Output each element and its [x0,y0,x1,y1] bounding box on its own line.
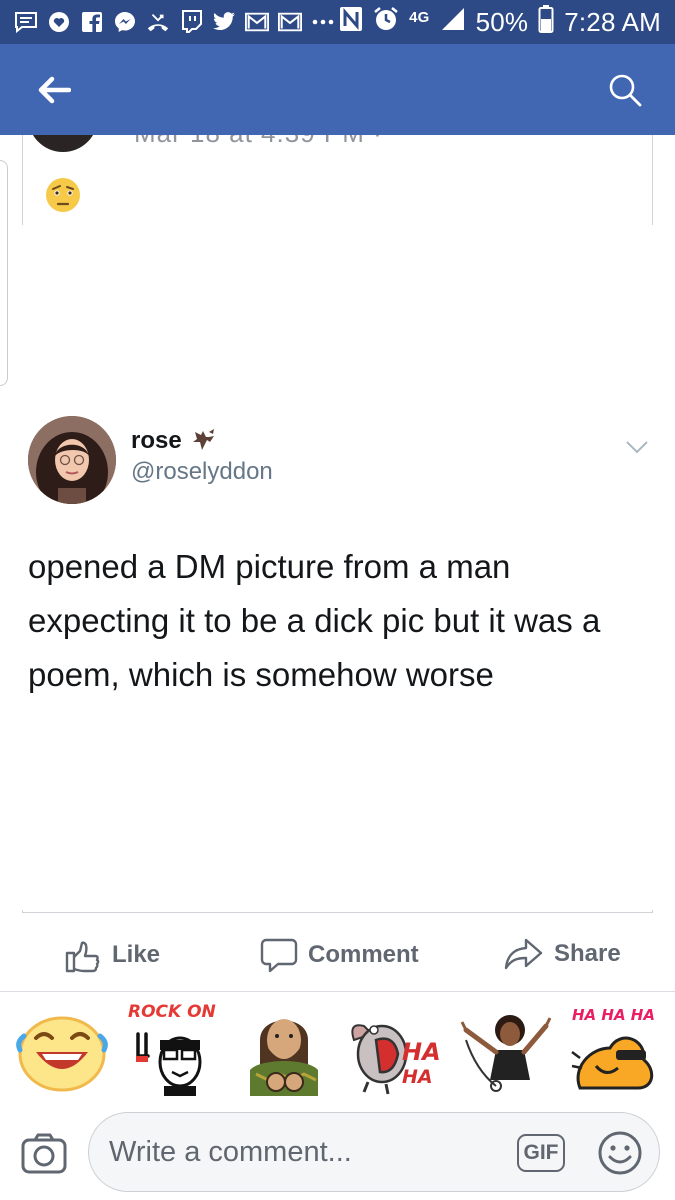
gif-label: GIF [523,1141,559,1164]
gif-button[interactable]: GIF [517,1134,565,1172]
chevron-down-icon [626,441,648,454]
tweet-text-line: expecting it to be a dick pic but it was… [28,602,601,639]
gmail-icon [278,10,302,34]
search-icon [609,74,642,106]
more-dots-icon [311,10,335,34]
comment-label: Comment [308,941,419,968]
rock-on-sticker[interactable]: ROCK ON [124,1000,220,1096]
comment-input[interactable] [109,1129,499,1175]
camera-icon[interactable] [20,1130,68,1178]
clock-time: 7:28 AM [564,6,661,37]
twitch-icon [179,10,203,34]
tweet-text-line: opened a DM picture from a man [28,548,511,585]
status-bar: 4G 50% 7:28 AM [0,0,675,44]
alarm-icon [373,6,399,39]
comment-bubble-icon [260,938,298,973]
share-label: Share [554,940,621,967]
like-button[interactable]: Like [64,936,160,974]
messenger-icon [113,10,137,34]
heart-shield-icon [47,10,71,34]
battery-percent: 50% [475,6,529,37]
rock-on-label: ROCK ON [128,1002,216,1022]
tweet-author-handle: @roselyddon [131,458,273,485]
app-bar [0,44,675,135]
smiley-icon[interactable] [597,1130,643,1176]
dancing-woman-sticker[interactable] [456,1000,552,1096]
tweet-author-avatar [28,416,116,504]
aquaman-pointing-sticker[interactable] [236,1000,332,1096]
edge-drawer-handle[interactable] [0,160,8,386]
missed-call-icon [146,10,170,34]
signal-icon [440,6,466,39]
share-arrow-icon [504,938,543,970]
share-button[interactable]: Share [504,936,621,972]
facebook-icon [80,10,104,34]
thumbs-up-icon [65,941,100,973]
post-actions: Like Comment Share [0,926,675,984]
like-label: Like [112,941,161,968]
tweet-text: opened a DM picture from a man expecting… [28,540,648,702]
battery-icon [538,4,554,40]
network-4g-icon: 4G [409,9,430,26]
nfc-icon [339,6,363,39]
sticker-tray: ROCK ON HA HA HA HA HA [0,1000,675,1100]
chat-icon [14,10,38,34]
search-button[interactable] [605,70,645,110]
ha-label-small: HA [402,1066,433,1088]
sticker-tray-border [0,991,675,992]
arrow-left-icon [38,76,71,103]
comment-composer: GIF [0,1108,675,1200]
laughing-face-sticker[interactable] [14,1000,110,1096]
hahaha-blob-sticker[interactable]: HA HA HA [566,1000,662,1096]
gmail-icon [245,10,269,34]
bat-icon [192,429,214,450]
ha-label: HA [402,1038,441,1066]
comment-button[interactable]: Comment [260,936,419,974]
comment-input-container: GIF [88,1112,660,1192]
twitter-icon [212,10,236,34]
hahaha-label: HA HA HA [572,1006,655,1024]
tweet-text-line: poem, which is somehow worse [28,656,494,693]
tweet-author-name: rose [131,427,182,454]
laughing-creature-sticker[interactable]: HA HA [346,1000,442,1096]
notification-icons [14,10,339,34]
back-button[interactable] [34,70,74,110]
raised-eyebrow-emoji [46,178,80,212]
post-divider [22,910,653,913]
